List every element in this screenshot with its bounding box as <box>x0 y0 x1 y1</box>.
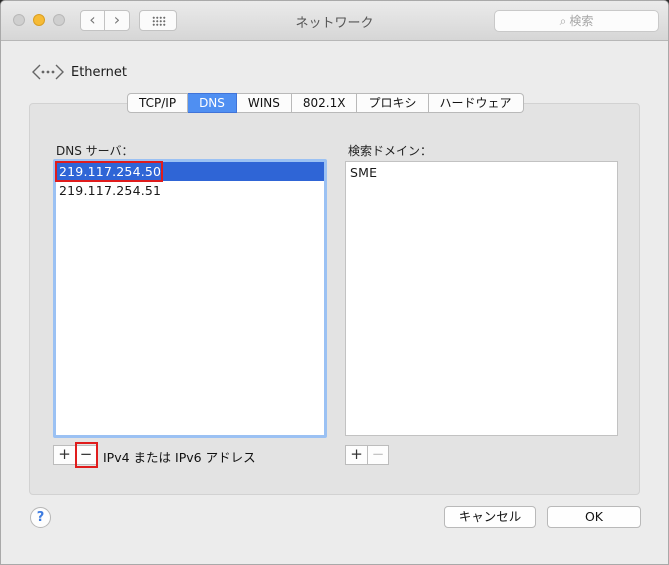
service-name: Ethernet <box>71 64 127 80</box>
search-domains-label: 検索ドメイン： <box>348 144 433 158</box>
help-icon: ? <box>36 510 45 525</box>
dns-server-row[interactable]: 219.117.254.51 <box>56 181 324 200</box>
search-domain-list[interactable]: SME <box>345 161 618 436</box>
tab-hardware[interactable]: ハードウェア <box>428 93 524 113</box>
domain-add-remove-control: + − <box>345 445 389 465</box>
dns-server-list[interactable]: 219.117.254.50 219.117.254.51 <box>53 159 327 438</box>
tab-dns[interactable]: DNS <box>188 93 237 113</box>
network-window: ‹ › ネットワーク ⌕ 検索 Ethernet TCP/IP DNS WINS … <box>0 0 669 565</box>
search-placeholder: 検索 <box>569 14 594 28</box>
tab-wins[interactable]: WINS <box>236 93 292 113</box>
ethernet-icon <box>32 64 64 80</box>
add-search-domain-button[interactable]: + <box>346 446 367 464</box>
search-input[interactable]: ⌕ 検索 <box>494 10 659 32</box>
remove-button-highlight-box <box>75 442 98 468</box>
ok-button[interactable]: OK <box>547 506 641 528</box>
selection-highlight-box <box>55 161 163 182</box>
dns-server-row[interactable]: 219.117.254.50 <box>55 161 324 182</box>
help-button[interactable]: ? <box>30 507 51 528</box>
service-header: Ethernet <box>31 61 127 83</box>
add-dns-server-button[interactable]: + <box>54 446 75 464</box>
tab-proxy[interactable]: プロキシ <box>357 93 429 113</box>
search-icon: ⌕ <box>559 14 567 28</box>
dns-server-value: 219.117.254.51 <box>59 183 162 198</box>
remove-search-domain-button[interactable]: − <box>367 446 388 464</box>
dns-address-hint: IPv4 または IPv6 アドレス <box>103 450 256 465</box>
cancel-button[interactable]: キャンセル <box>444 506 536 528</box>
tab-tcpip[interactable]: TCP/IP <box>127 93 189 113</box>
search-domain-row[interactable]: SME <box>346 163 617 182</box>
title-bar: ‹ › ネットワーク ⌕ 検索 <box>1 1 668 41</box>
tab-bar: TCP/IP DNS WINS 802.1X プロキシ ハードウェア <box>127 93 524 113</box>
tab-8021x[interactable]: 802.1X <box>291 93 358 113</box>
dns-servers-label: DNS サーバ： <box>56 144 134 158</box>
